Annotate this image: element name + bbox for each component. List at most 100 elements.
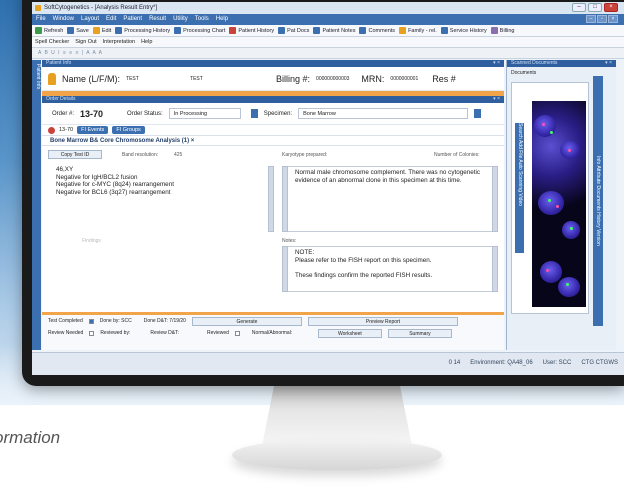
results-text[interactable]: 46,XY Negative for IgH/BCL2 fusion Negat… [56,166,266,196]
tab-order[interactable]: 13-70 [59,127,73,133]
documents-tab[interactable]: Documents [511,70,536,76]
band-resolution-value[interactable]: 425 [174,152,182,158]
interpretation-box[interactable]: Normal male chromosome complement. There… [282,166,498,232]
toolbar-icon [359,27,367,34]
mrn-label: MRN: [361,73,385,84]
fish-signal-dot [542,123,545,126]
toolbar-processing-history-button[interactable]: Processing History [115,25,170,36]
toolbar-service-history-button[interactable]: Service History [440,25,487,36]
order-status-field[interactable]: In Processing [168,108,241,119]
left-dock-strip[interactable]: Patient Info [32,60,41,350]
maximize-icon[interactable]: □ [588,3,602,12]
documents-pin-icon[interactable]: ▾ × [605,60,612,67]
preview-report-button[interactable]: Preview Report [307,316,458,326]
main-toolbar: Refresh Save Edit Processing History Process… [32,25,624,37]
toolbar-patient-notes-button[interactable]: Patient Notes [313,25,355,36]
pin-icon[interactable]: ▾ × [493,60,500,67]
notes-label: Notes: [282,238,297,244]
documents-panel-label: Scanned Documents [511,60,558,66]
worksheet-button[interactable]: Worksheet [317,328,382,338]
menu-edit[interactable]: Edit [106,14,116,25]
reviewed-by-label: Reviewed by: [100,330,131,336]
done-by: Done by: SCC [99,318,132,324]
review-needed-checkbox[interactable] [89,330,95,336]
fish-signal-dot [566,283,569,286]
toolbar-comments-button[interactable]: Comments [359,25,395,36]
document-side-tabs[interactable]: Search Add File Auto Scanning Video [515,123,524,253]
summary-button[interactable]: Summary [387,328,452,338]
toolbar-patient-history-button[interactable]: Patient History [229,25,274,36]
caption-text: ormation [0,428,61,447]
cell-nucleus [540,261,562,283]
right-vertical-tabs[interactable]: Info Attribute Documents History Version [593,76,603,326]
toolbar2-interpretation-button[interactable]: Interpretation [103,37,135,47]
toolbar2-sign-out-button[interactable]: Sign Out [75,37,96,47]
review-dt-label: Review D&T: [150,330,179,336]
specimen-label: Specimen: [263,110,293,117]
toolbar2-help-button[interactable]: Help [141,37,152,47]
toolbar-processing-chart-button[interactable]: Processing Chart [174,25,225,36]
minimize-icon[interactable]: – [572,3,586,12]
tab-fi-groups[interactable]: FI Groups [112,126,145,134]
karyotype-label: Karyotype prepared: [282,152,328,158]
normal-abnormal-label[interactable]: Normal/Abnormal: [252,330,312,336]
notes-scrollbar-left[interactable] [282,246,288,292]
main-panel: Patient Info ▾ × Name (L/F/M): TEST TEST … [42,60,504,350]
order-panel-header: Order Details ▾ × [42,96,504,103]
menu-window[interactable]: Window [53,14,74,25]
menu-result[interactable]: Result [149,14,166,25]
specimen-dropdown-icon[interactable] [474,109,482,118]
interpretation-scrollbar-right[interactable] [492,166,498,232]
billing-value[interactable]: 000000000003 [316,76,349,82]
specimen-field[interactable]: Bone Marrow [298,108,469,119]
generate-button[interactable]: Generate [191,316,302,326]
menu-utility[interactable]: Utility [173,14,188,25]
monitor-stand-neck [262,386,412,446]
toolbar-save-button[interactable]: Save [67,25,89,36]
toolbar-pat-docs-button[interactable]: Pat Docs [278,25,309,36]
mrn-value[interactable]: 0000000001 [390,76,418,82]
toolbar-label: Patient History [238,27,275,34]
toolbar-edit-button[interactable]: Edit [92,25,112,36]
menu-layout[interactable]: Layout [81,14,99,25]
toolbar-label: Processing History [124,27,171,34]
menu-patient[interactable]: Patient [123,14,142,25]
first-name-value[interactable]: TEST [190,76,270,82]
copy-test-id-button[interactable]: Copy Test ID [48,150,102,159]
order-pin-icon[interactable]: ▾ × [493,96,500,103]
analysis-title[interactable]: Bone Marrow B& Core Chromosome Analysis … [42,136,504,146]
fish-signal-dot [546,269,549,272]
notes-scrollbar-right[interactable] [492,246,498,292]
document-viewer[interactable]: Search Add File Auto Scanning Video [511,82,589,314]
notes-text: NOTE: Please refer to the FISH report on… [295,249,491,279]
tab-fi-events[interactable]: FI Events [77,126,109,134]
documents-panel-header: Scanned Documents ▾ × [507,60,616,67]
child-minimize-icon[interactable]: – [586,15,596,23]
toolbar-billing-button[interactable]: Billing [490,25,514,36]
interpretation-scrollbar-left[interactable] [282,166,288,232]
monitor-stand-base [232,440,442,470]
specimen-icon[interactable] [250,109,258,118]
child-restore-icon[interactable]: ▫ [597,15,607,23]
results-scrollbar[interactable] [268,166,274,232]
fish-signal-dot [570,227,573,230]
reviewed-checkbox[interactable] [234,330,240,336]
site-label: CTG CTGWS [581,360,618,366]
notes-line: NOTE: [295,249,315,256]
toolbar-refresh-button[interactable]: Refresh [35,25,63,36]
menu-tools[interactable]: Tools [195,14,209,25]
toolbar2-spell-checker-button[interactable]: Spell Checker [35,37,69,47]
menu-help[interactable]: Help [216,14,228,25]
test-completed-label: Test Completed [48,318,83,324]
test-completed-checkbox[interactable] [88,318,94,324]
notes-box[interactable]: NOTE: Please refer to the FISH report on… [282,246,498,292]
tabs-row: 13-70 FI Events FI Groups [42,125,504,136]
toolbar-family-rel--button[interactable]: Family - rel. [399,25,437,36]
child-close-icon[interactable]: × [608,15,618,23]
close-icon[interactable]: × [604,3,618,12]
menu-file[interactable]: File [36,14,46,25]
toolbar-label: Edit [101,27,112,34]
last-name-value[interactable]: TEST [126,76,184,82]
cell-nucleus [562,221,580,239]
cell-nucleus [534,115,556,137]
